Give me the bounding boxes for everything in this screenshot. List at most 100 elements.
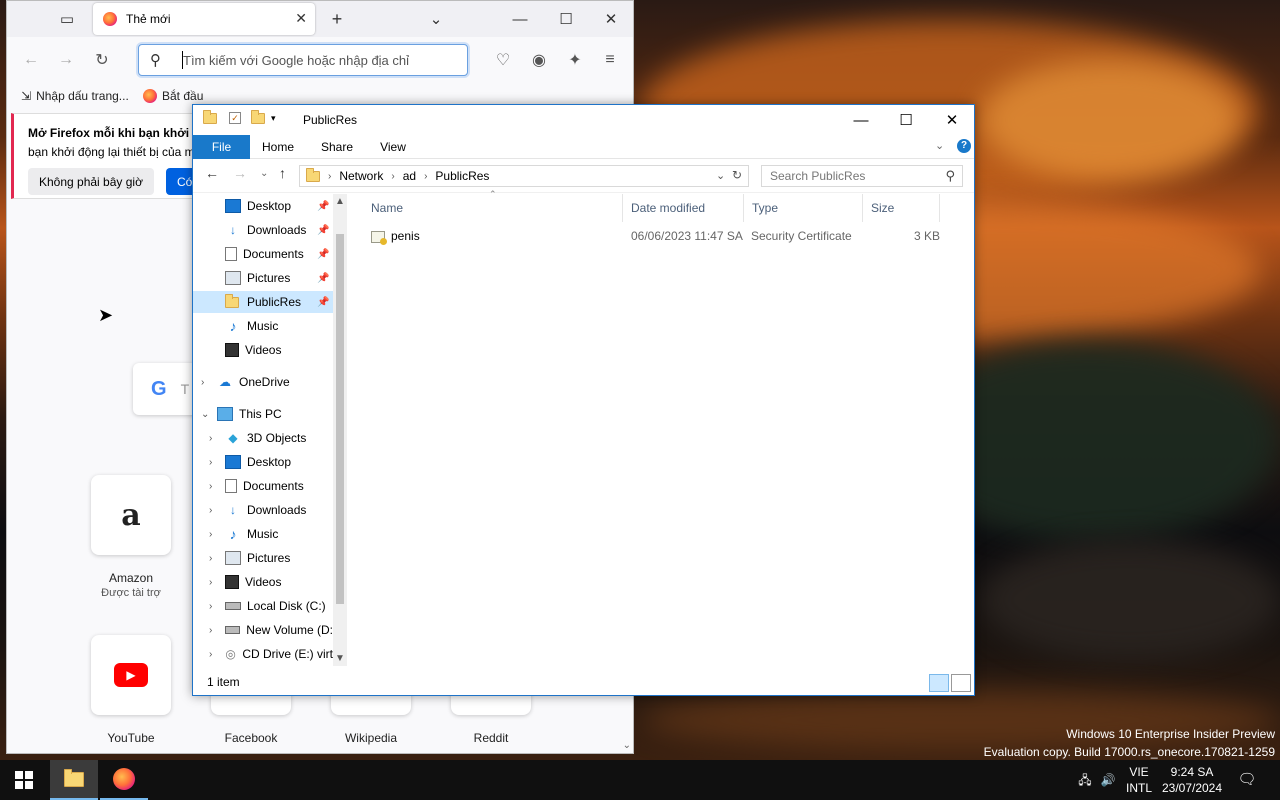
minimize-icon[interactable]: — — [838, 105, 884, 135]
close-window-icon[interactable]: ✕ — [929, 105, 974, 135]
up-icon[interactable]: ↑ — [279, 165, 286, 181]
expand-chevron-icon[interactable]: › — [209, 553, 212, 564]
nav-item-documents[interactable]: Documents 📌 — [225, 243, 333, 265]
forward-icon[interactable]: → — [233, 165, 247, 181]
nav-item-pc-pictures[interactable]: › Pictures — [209, 547, 333, 569]
expand-chevron-icon[interactable]: › — [209, 505, 212, 516]
expand-chevron-icon[interactable]: › — [209, 433, 212, 444]
url-bar[interactable]: ⚲ Tìm kiếm với Google hoặc nhập địa chỉ — [138, 44, 468, 76]
tab-file[interactable]: File — [193, 135, 250, 159]
new-folder-icon[interactable] — [251, 109, 265, 124]
column-type[interactable]: Type — [745, 194, 863, 222]
expand-chevron-icon[interactable]: › — [209, 625, 212, 636]
expand-ribbon-icon[interactable]: ⌄ — [935, 139, 944, 152]
nav-item-desktop[interactable]: Desktop 📌 — [225, 195, 333, 217]
address-dropdown-icon[interactable]: ⌄ — [716, 169, 725, 182]
shortcut-youtube[interactable]: ▶ YouTube — [86, 635, 176, 745]
nav-label: Downloads — [247, 503, 307, 517]
breadcrumb-network[interactable]: Network — [339, 169, 383, 183]
expand-chevron-icon[interactable]: › — [201, 377, 204, 388]
nav-scrollbar[interactable]: ▲ ▼ — [333, 194, 347, 666]
url-input[interactable]: Tìm kiếm với Google hoặc nhập địa chỉ — [183, 53, 409, 68]
scrollbar-thumb[interactable] — [336, 234, 344, 604]
clock[interactable]: 9:24 SA 23/07/2024 — [1160, 760, 1224, 800]
properties-icon[interactable]: ✓ — [229, 112, 241, 124]
pocket-icon[interactable]: ♡ — [491, 48, 515, 72]
input-language[interactable]: VIE INTL — [1122, 760, 1156, 800]
import-icon: ⇲ — [21, 89, 32, 103]
expand-chevron-icon[interactable]: › — [209, 529, 212, 540]
list-tabs-icon[interactable]: ⌄ — [423, 7, 449, 31]
table-row[interactable]: penis 06/06/2023 11:47 SA Security Certi… — [359, 225, 949, 247]
nav-item-pc-music[interactable]: › ♪ Music — [209, 523, 333, 545]
customize-toolbar-icon[interactable]: ▾ — [271, 113, 276, 124]
help-icon[interactable]: ? — [957, 139, 971, 153]
nav-item-pc-downloads[interactable]: › ↓ Downloads — [209, 499, 333, 521]
breadcrumb-separator-icon: › — [391, 170, 395, 182]
address-bar[interactable]: › Network › ad › PublicRes ⌄ ↻ — [299, 165, 749, 187]
nav-item-3d-objects[interactable]: › ◆ 3D Objects — [209, 427, 333, 449]
column-size[interactable]: Size — [864, 194, 940, 222]
nav-item-this-pc[interactable]: ⌄ This PC — [201, 403, 333, 425]
nav-item-pictures[interactable]: Pictures 📌 — [225, 267, 333, 289]
search-input[interactable]: Search PublicRes ⚲ — [761, 165, 963, 187]
maximize-icon[interactable]: ☐ — [553, 7, 579, 31]
minimize-icon[interactable]: — — [507, 7, 533, 31]
expand-chevron-icon[interactable]: › — [209, 649, 212, 660]
action-center-icon[interactable]: 🗨 — [1236, 760, 1258, 800]
bookmark-getting-started[interactable]: Bắt đầu — [143, 89, 203, 103]
firefox-view-icon[interactable]: ▭ — [54, 7, 80, 31]
collapse-chevron-icon[interactable]: ⌄ — [201, 409, 209, 420]
refresh-icon[interactable]: ↻ — [732, 168, 742, 182]
account-icon[interactable]: ◉ — [527, 48, 551, 72]
expand-chevron-icon[interactable]: › — [209, 481, 212, 492]
tab-view[interactable]: View — [369, 135, 417, 159]
tab-new-tab[interactable]: Thẻ mới ✕ — [93, 3, 315, 35]
scroll-down-icon[interactable]: ⌄ — [623, 740, 631, 751]
expand-chevron-icon[interactable]: › — [209, 577, 212, 588]
tab-share[interactable]: Share — [313, 135, 361, 159]
close-window-icon[interactable]: ✕ — [598, 7, 624, 31]
nav-item-publicres[interactable]: PublicRes 📌 — [193, 291, 333, 313]
nav-item-pc-videos[interactable]: › Videos — [209, 571, 333, 593]
nav-item-downloads[interactable]: ↓ Downloads 📌 — [225, 219, 333, 241]
back-icon[interactable]: ← — [205, 165, 219, 181]
nav-item-new-volume-d[interactable]: › New Volume (D: — [209, 619, 333, 641]
taskbar-file-explorer[interactable] — [50, 760, 98, 800]
maximize-icon[interactable]: ☐ — [883, 105, 929, 135]
scroll-up-icon[interactable]: ▲ — [335, 196, 345, 207]
not-now-button[interactable]: Không phải bây giờ — [28, 168, 154, 195]
extensions-icon[interactable]: ✦ — [563, 48, 587, 72]
menu-icon[interactable]: ≡ — [598, 48, 622, 72]
new-tab-icon[interactable]: + — [324, 7, 350, 31]
breadcrumb-publicres[interactable]: PublicRes — [435, 169, 489, 183]
nav-item-videos[interactable]: Videos — [225, 339, 333, 361]
column-date-modified[interactable]: Date modified — [624, 194, 744, 222]
nav-item-cd-drive-e[interactable]: › ◎ CD Drive (E:) virt — [209, 643, 333, 665]
breadcrumb-ad[interactable]: ad — [403, 169, 416, 183]
taskbar-firefox[interactable] — [100, 760, 148, 800]
nav-item-local-disk-c[interactable]: › Local Disk (C:) — [209, 595, 333, 617]
scroll-down-icon[interactable]: ▼ — [335, 653, 345, 664]
watermark-edition: Windows 10 Enterprise Insider Preview — [1066, 727, 1275, 741]
details-view-icon[interactable] — [929, 674, 949, 692]
shortcut-amazon[interactable]: a Amazon Được tài trợ — [86, 475, 176, 599]
bookmark-import[interactable]: ⇲ Nhập dấu trang... — [21, 89, 129, 103]
tab-home[interactable]: Home — [253, 135, 303, 159]
nav-item-onedrive[interactable]: › ☁ OneDrive — [201, 371, 333, 393]
large-icons-view-icon[interactable] — [951, 674, 971, 692]
start-button[interactable] — [0, 760, 48, 800]
nav-item-music[interactable]: ♪ Music — [225, 315, 333, 337]
recent-locations-icon[interactable]: ⌄ — [260, 168, 268, 179]
close-tab-icon[interactable]: ✕ — [295, 10, 307, 27]
expand-chevron-icon[interactable]: › — [209, 457, 212, 468]
nav-item-pc-desktop[interactable]: › Desktop — [209, 451, 333, 473]
nav-item-pc-documents[interactable]: › Documents — [209, 475, 333, 497]
expand-chevron-icon[interactable]: › — [209, 601, 212, 612]
network-icon[interactable]: 🖧 — [1074, 760, 1096, 800]
column-name[interactable]: Name — [364, 194, 623, 222]
volume-icon[interactable]: 🔊 — [1097, 760, 1119, 800]
reload-icon[interactable]: ↻ — [90, 48, 114, 72]
back-icon[interactable]: ← — [19, 48, 43, 72]
forward-icon[interactable]: → — [54, 48, 78, 72]
